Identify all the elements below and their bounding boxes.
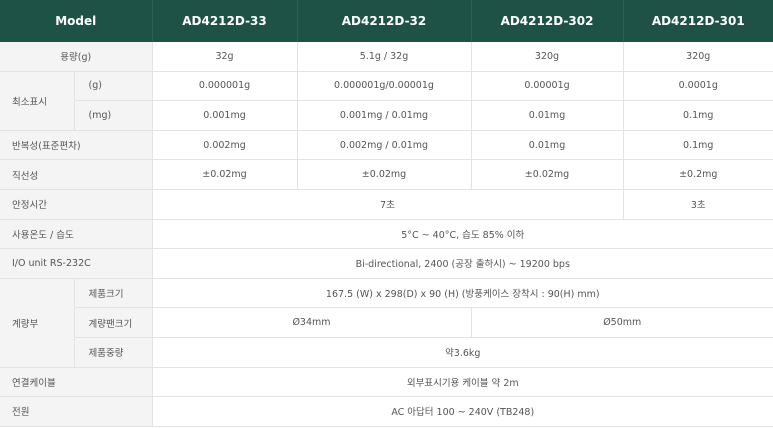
row-io: I/O unit RS-232C Bi-directional, 2400 (공… <box>0 248 773 279</box>
capacity-label: 용량(g) <box>0 42 153 72</box>
linearity-value: ±0.02mg <box>152 159 298 190</box>
row-cable: 연결케이블 외부표시기용 케이블 약 2m <box>0 367 773 398</box>
environment-value: 5°C ~ 40°C, 습도 85% 이하 <box>152 219 773 250</box>
environment-label: 사용온도 / 습도 <box>0 219 153 250</box>
power-value: AC 아답터 100 ~ 240V (TB248) <box>152 396 773 427</box>
min-display-unit-mg: (mg) <box>74 100 153 131</box>
capacity-value: 32g <box>152 42 298 72</box>
repeatability-value: 0.002mg <box>152 130 298 161</box>
min-display-value: 0.00001g <box>471 71 624 102</box>
header-col2: AD4212D-32 <box>297 0 472 42</box>
min-display-value: 0.1mg <box>623 100 773 131</box>
header-col3: AD4212D-302 <box>471 0 624 42</box>
header-model: Model <box>0 0 153 42</box>
io-label: I/O unit RS-232C <box>0 248 153 279</box>
stabilization-value: 7초 <box>152 189 624 220</box>
min-display-value: 0.001mg / 0.01mg <box>297 100 472 131</box>
io-value: Bi-directional, 2400 (공장 출하시) ~ 19200 bp… <box>152 248 773 279</box>
row-pan-size: 계량팬크기 Ø34mm Ø50mm <box>0 307 773 338</box>
header-col1: AD4212D-33 <box>152 0 298 42</box>
linearity-label: 직선성 <box>0 159 153 190</box>
cable-label: 연결케이블 <box>0 367 153 398</box>
header-row: Model AD4212D-33 AD4212D-32 AD4212D-302 … <box>0 0 773 42</box>
row-stabilization: 안정시간 7초 3초 <box>0 189 773 220</box>
weighing-unit-label: 계량부 <box>0 278 75 368</box>
pan-size-value: Ø34mm <box>152 307 472 338</box>
linearity-value: ±0.02mg <box>471 159 624 190</box>
linearity-value: ±0.02mg <box>297 159 472 190</box>
capacity-value: 320g <box>623 42 773 72</box>
row-min-display-mg: (mg) 0.001mg 0.001mg / 0.01mg 0.01mg 0.1… <box>0 100 773 131</box>
row-min-display-g: 최소표시 (g) 0.000001g 0.000001g/0.00001g 0.… <box>0 71 773 131</box>
stabilization-value: 3초 <box>623 189 773 220</box>
repeatability-value: 0.002mg / 0.01mg <box>297 130 472 161</box>
product-size-value: 167.5 (W) x 298(D) x 90 (H) (방풍케이스 장착시 :… <box>152 278 773 309</box>
min-display-value: 0.0001g <box>623 71 773 102</box>
row-product-size: 계량부 제품크기 167.5 (W) x 298(D) x 90 (H) (방풍… <box>0 278 773 368</box>
header-col4: AD4212D-301 <box>623 0 773 42</box>
row-product-weight: 제품중량 약3.6kg <box>0 337 773 368</box>
row-environment: 사용온도 / 습도 5°C ~ 40°C, 습도 85% 이하 <box>0 219 773 250</box>
product-weight-value: 약3.6kg <box>152 337 773 368</box>
row-power: 전원 AC 아답터 100 ~ 240V (TB248) <box>0 396 773 427</box>
product-weight-label: 제품중량 <box>74 337 153 368</box>
row-linearity: 직선성 ±0.02mg ±0.02mg ±0.02mg ±0.2mg <box>0 159 773 190</box>
capacity-value: 5.1g / 32g <box>297 42 472 72</box>
min-display-value: 0.000001g <box>152 71 298 102</box>
repeatability-value: 0.1mg <box>623 130 773 161</box>
row-repeatability: 반복성(표준편차) 0.002mg 0.002mg / 0.01mg 0.01m… <box>0 130 773 161</box>
spec-table: Model AD4212D-33 AD4212D-32 AD4212D-302 … <box>0 0 773 427</box>
min-display-value: 0.01mg <box>471 100 624 131</box>
stabilization-label: 안정시간 <box>0 189 153 220</box>
min-display-unit-g: (g) <box>74 71 153 102</box>
min-display-value: 0.001mg <box>152 100 298 131</box>
pan-size-label: 계량팬크기 <box>74 307 153 338</box>
min-display-label: 최소표시 <box>0 71 75 131</box>
min-display-value: 0.000001g/0.00001g <box>297 71 472 102</box>
repeatability-value: 0.01mg <box>471 130 624 161</box>
capacity-value: 320g <box>471 42 624 72</box>
power-label: 전원 <box>0 396 153 427</box>
pan-size-value: Ø50mm <box>471 307 773 338</box>
product-size-label: 제품크기 <box>74 278 153 309</box>
repeatability-label: 반복성(표준편차) <box>0 130 153 161</box>
cable-value: 외부표시기용 케이블 약 2m <box>152 367 773 398</box>
linearity-value: ±0.2mg <box>623 159 773 190</box>
row-capacity: 용량(g) 32g 5.1g / 32g 320g 320g <box>0 42 773 72</box>
